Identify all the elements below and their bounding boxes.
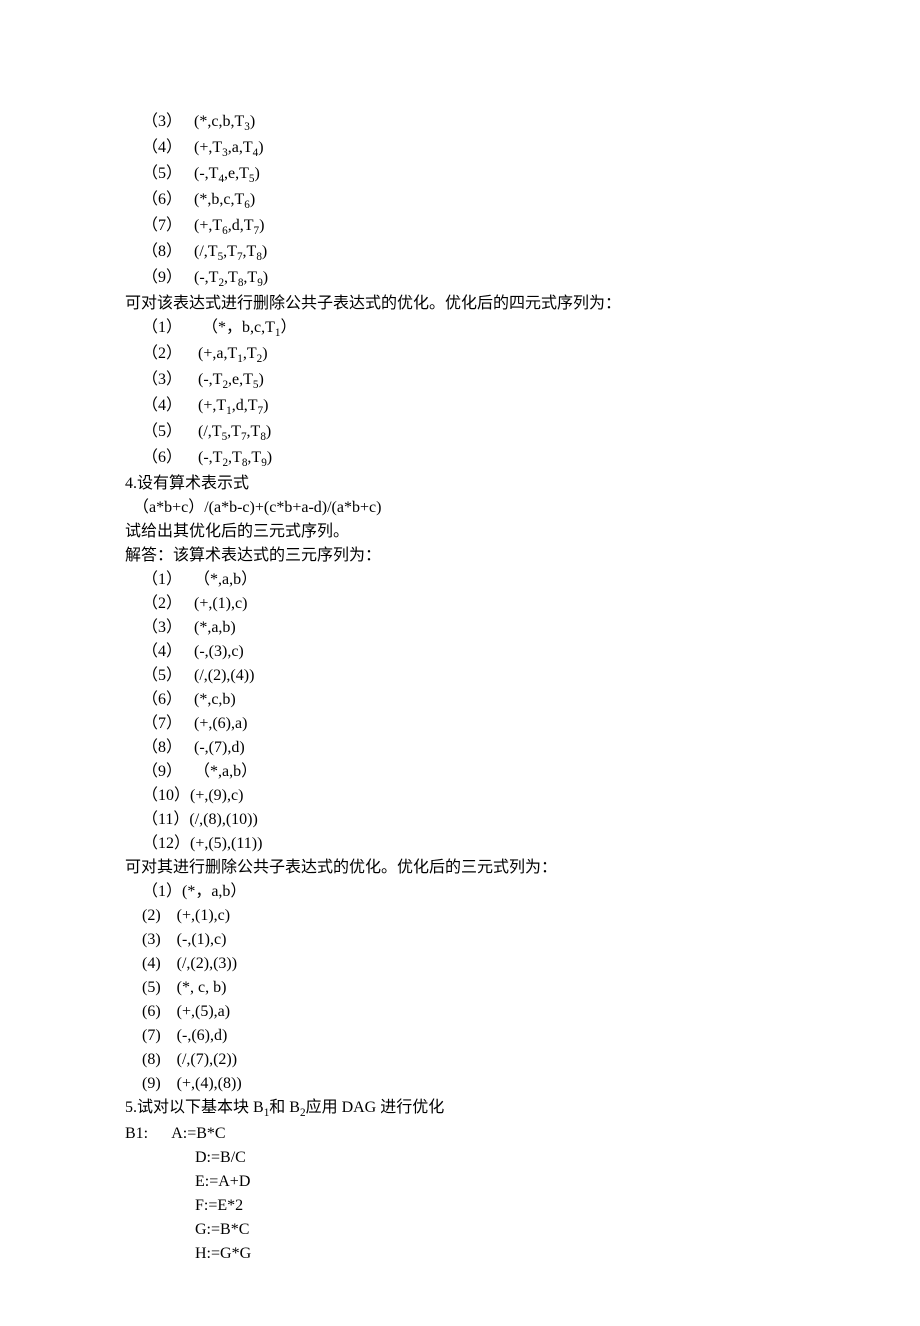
triple-line: （11）(/,(8),(10)) [125,808,795,832]
triple-line: （3） (*,a,b) [125,616,795,640]
triple-line: （9） （*,a,b） [125,760,795,784]
quad-line: （3） (-,T2,e,T5) [125,368,795,394]
triple-line: (7) (-,(6),d) [125,1024,795,1048]
text-optimize-note: 可对该表达式进行删除公共子表达式的优化。优化后的四元式序列为： [125,292,795,316]
triple-list-optimized: （1）(*，a,b） (2) (+,(1),c) (3) (-,(1),c) (… [125,880,795,1096]
b1-header: B1: A:=B*C [125,1122,795,1146]
triple-line: (8) (/,(7),(2)) [125,1048,795,1072]
b1-block: D:=B/C E:=A+D F:=E*2 G:=B*C H:=G*G [125,1146,795,1266]
triple-line: （4） (-,(3),c) [125,640,795,664]
q5-title: 5.试对以下基本块 B1和 B2应用 DAG 进行优化 [125,1096,795,1122]
quad-line: （5） (/,T5,T7,T8) [125,420,795,446]
triple-line: （5） (/,(2),(4)) [125,664,795,688]
triple-line: （8） (-,(7),d) [125,736,795,760]
text-optimize-triple-note: 可对其进行删除公共子表达式的优化。优化后的三元式列为： [125,856,795,880]
q4-title: 4.设有算术表示式 [125,472,795,496]
assign-line: H:=G*G [125,1242,795,1266]
quad-line: （8） (/,T5,T7,T8) [125,240,795,266]
assign-line: D:=B/C [125,1146,795,1170]
q4-expression: （a*b+c）/(a*b-c)+(c*b+a-d)/(a*b+c) [125,496,795,520]
triple-line: （6） (*,c,b) [125,688,795,712]
triple-line: （12）(+,(5),(11)) [125,832,795,856]
quad-line: （6） (-,T2,T8,T9) [125,446,795,472]
triple-line: （2） (+,(1),c) [125,592,795,616]
triple-line: (4) (/,(2),(3)) [125,952,795,976]
q4-answer-intro: 解答：该算术表达式的三元序列为： [125,544,795,568]
assign-line: G:=B*C [125,1218,795,1242]
assign-line: F:=E*2 [125,1194,795,1218]
triple-line: (3) (-,(1),c) [125,928,795,952]
quad-line: （7） (+,T6,d,T7) [125,214,795,240]
triple-line: (6) (+,(5),a) [125,1000,795,1024]
quad-list-optimized: （1） （*，b,c,T1） （2） (+,a,T1,T2) （3） (-,T2… [125,316,795,472]
triple-line: （10）(+,(9),c) [125,784,795,808]
triple-line: (5) (*, c, b) [125,976,795,1000]
quad-line: （9） (-,T2,T8,T9) [125,266,795,292]
quad-line: （3） (*,c,b,T3) [125,110,795,136]
triple-line: （7） (+,(6),a) [125,712,795,736]
triple-line: (9) (+,(4),(8)) [125,1072,795,1096]
triple-line: （1）(*，a,b） [125,880,795,904]
quad-line: （4） (+,T1,d,T7) [125,394,795,420]
quad-list-original: （3） (*,c,b,T3) （4） (+,T3,a,T4) （5） (-,T4… [125,110,795,292]
triple-list-original: （1） （*,a,b） （2） (+,(1),c) （3） (*,a,b) （4… [125,568,795,856]
quad-line: （6） (*,b,c,T6) [125,188,795,214]
triple-line: （1） （*,a,b） [125,568,795,592]
quad-line: （2） (+,a,T1,T2) [125,342,795,368]
quad-line: （1） （*，b,c,T1） [125,316,795,342]
assign-line: E:=A+D [125,1170,795,1194]
q4-instruction: 试给出其优化后的三元式序列。 [125,520,795,544]
triple-line: (2) (+,(1),c) [125,904,795,928]
quad-line: （4） (+,T3,a,T4) [125,136,795,162]
quad-line: （5） (-,T4,e,T5) [125,162,795,188]
